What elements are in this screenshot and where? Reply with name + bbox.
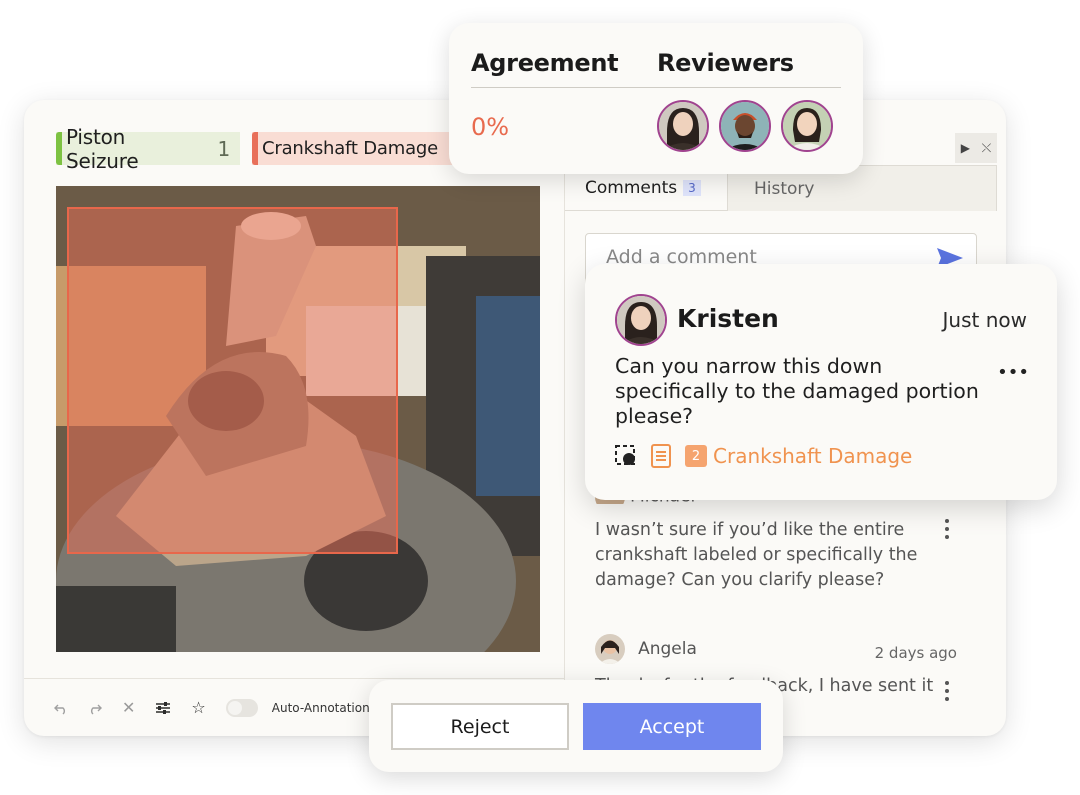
label-count: 1 [217, 136, 230, 161]
panel-controls: ▶ ⤬ [955, 133, 997, 163]
label-tag-piston-seizure[interactable]: Piston Seizure 1 [56, 125, 240, 173]
label-tag-crankshaft-damage[interactable]: Crankshaft Damage [252, 132, 467, 165]
auto-annotation-toggle[interactable] [225, 698, 258, 717]
star-icon[interactable]: ☆ [191, 698, 205, 717]
tab-label: History [754, 178, 815, 199]
reviewer-avatars [657, 100, 843, 152]
more-options-icon[interactable] [945, 680, 949, 706]
close-icon[interactable]: ✕ [122, 698, 135, 717]
divider [471, 87, 841, 88]
agreement-heading: Agreement [471, 49, 619, 77]
document-icon[interactable] [651, 444, 671, 468]
label-name: Crankshaft Damage [262, 138, 439, 159]
redo-icon[interactable] [88, 701, 102, 715]
avatar[interactable] [781, 100, 833, 152]
comment-author: Kristen [677, 304, 779, 333]
play-icon[interactable]: ▶ [961, 141, 970, 155]
label-color-bar [56, 132, 62, 165]
comment-meta: 2 Crankshaft Damage [615, 444, 912, 468]
more-options-icon[interactable] [945, 518, 949, 544]
collapse-icon[interactable]: ⤬ [982, 141, 992, 156]
comment-popup-card: Kristen Just now Can you narrow this dow… [585, 264, 1057, 500]
label-name[interactable]: Crankshaft Damage [713, 444, 912, 468]
region-select-icon[interactable] [615, 445, 637, 467]
review-actions-card: Reject Accept [369, 680, 783, 772]
label-number-badge: 2 [685, 445, 707, 467]
agreement-value: 0% [471, 113, 510, 141]
label-name: Piston Seizure [66, 124, 139, 173]
accept-button[interactable]: Accept [583, 703, 761, 750]
comment-time: Just now [942, 308, 1027, 332]
comment-author: Angela [638, 638, 697, 659]
avatar [595, 634, 625, 664]
avatar[interactable] [657, 100, 709, 152]
avatar[interactable] [719, 100, 771, 152]
label-color-bar [252, 132, 258, 165]
annotation-image[interactable] [56, 186, 540, 652]
more-options-icon[interactable]: ••• [997, 362, 1029, 383]
comment-text: Can you narrow this down specifically to… [615, 354, 979, 428]
auto-annotation-label: Auto-Annotation [271, 700, 370, 715]
bounding-box-crankshaft-damage[interactable] [67, 207, 398, 554]
comment-text: I wasn’t sure if you’d like the entire c… [595, 520, 918, 590]
reject-button[interactable]: Reject [391, 703, 569, 750]
undo-icon[interactable] [54, 701, 68, 715]
reviewers-heading: Reviewers [657, 49, 794, 77]
comment-count-badge: 3 [683, 180, 701, 196]
tab-label: Comments [585, 178, 678, 198]
sliders-icon[interactable] [155, 701, 171, 715]
avatar [615, 294, 667, 346]
agreement-card: Agreement Reviewers 0% [449, 23, 863, 174]
comment-time: 2 days ago [874, 644, 957, 662]
